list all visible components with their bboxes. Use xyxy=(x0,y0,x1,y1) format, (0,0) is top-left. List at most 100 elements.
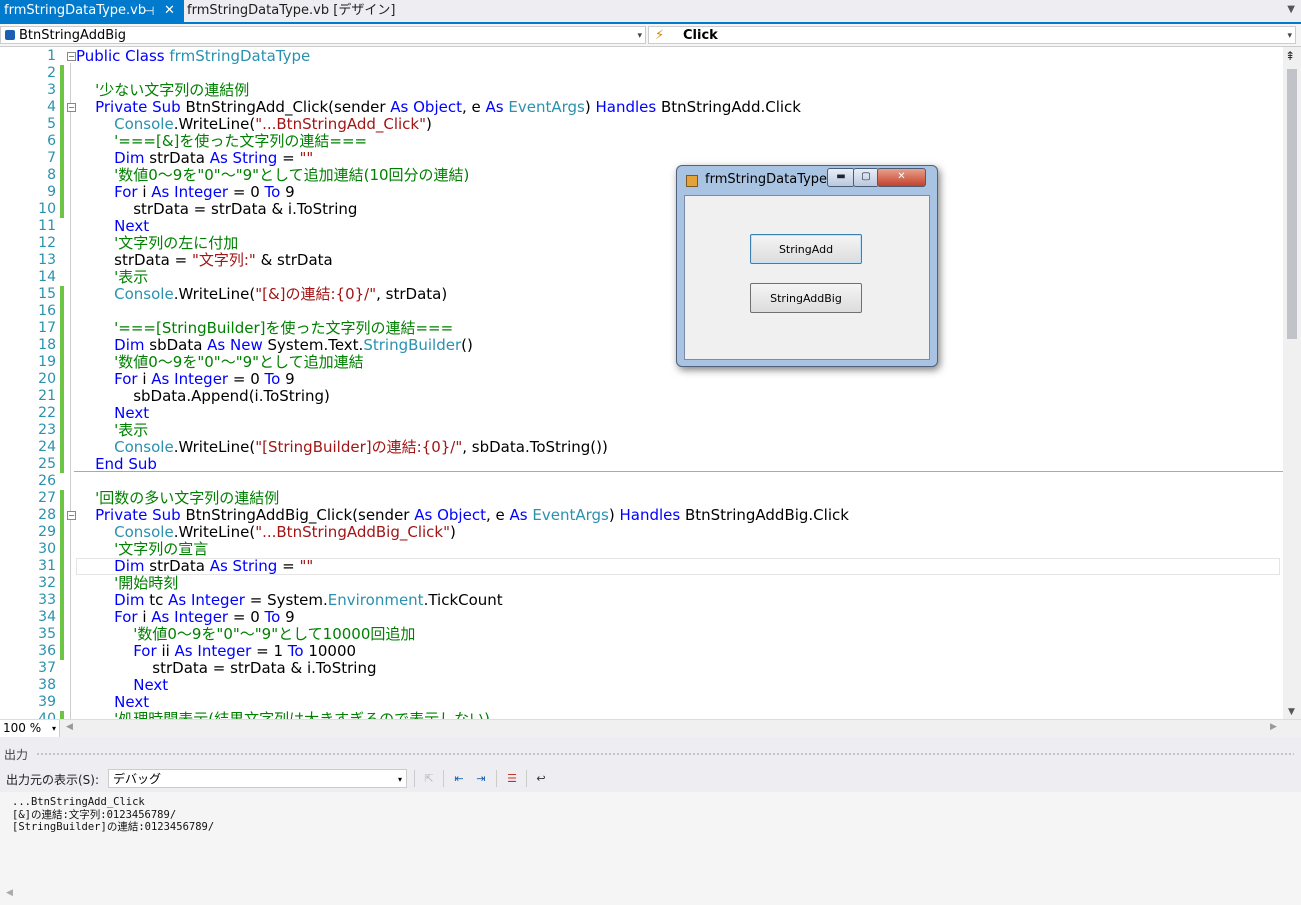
chevron-down-icon[interactable]: ▾ xyxy=(398,770,402,789)
code-token: '開始時刻 xyxy=(76,574,179,592)
close-button[interactable]: ✕ xyxy=(877,168,926,187)
change-marker xyxy=(60,167,64,184)
code-line[interactable]: 34 For i As Integer = 0 To 9 xyxy=(0,609,1283,626)
code-line[interactable]: 19 '数値0～9を"0"～"9"として追加連結 xyxy=(0,354,1283,371)
code-line[interactable]: 28 − Private Sub BtnStringAddBig_Click(se… xyxy=(0,507,1283,524)
string-add-button[interactable]: StringAdd xyxy=(750,234,862,264)
tab-designer[interactable]: frmStringDataType.vb [デザイン] xyxy=(187,0,395,22)
code-line[interactable]: 31 Dim strData As String = "" xyxy=(0,558,1283,575)
code-line[interactable]: 27 '回数の多い文字列の連結例 xyxy=(0,490,1283,507)
chevron-down-icon[interactable]: ▾ xyxy=(637,27,642,45)
code-line[interactable]: 21 sbData.Append(i.ToString) xyxy=(0,388,1283,405)
zoom-combo[interactable]: 100 % ▾ xyxy=(0,720,60,737)
change-marker xyxy=(60,150,64,167)
code-line[interactable]: 7 Dim strData As String = "" xyxy=(0,150,1283,167)
code-token: sbData xyxy=(149,336,208,354)
clear-all-icon[interactable]: ☰ xyxy=(504,771,520,786)
change-marker xyxy=(60,65,64,82)
chevron-down-icon[interactable]: ▾ xyxy=(52,720,56,737)
code-line[interactable]: 25 End Sub xyxy=(0,456,1283,473)
code-line[interactable]: 24 Console.WriteLine("[StringBuilder]の連結… xyxy=(0,439,1283,456)
find-message-icon[interactable]: ⇱ xyxy=(421,771,437,786)
code-line[interactable]: 39 Next xyxy=(0,694,1283,711)
code-line[interactable]: 3 '少ない文字列の連結例 xyxy=(0,82,1283,99)
output-text-area[interactable]: ...BtnStringAdd_Click [&]の連結:文字列:01234567… xyxy=(0,792,1301,905)
code-line[interactable]: 26 xyxy=(0,473,1283,490)
change-marker xyxy=(60,422,64,439)
scroll-down-icon[interactable]: ▼ xyxy=(1288,707,1295,717)
output-source-combo[interactable]: デバッグ ▾ xyxy=(108,769,407,788)
split-window-icon[interactable]: ⇞ xyxy=(1285,49,1295,63)
code-line[interactable]: 16 xyxy=(0,303,1283,320)
code-line[interactable]: 32 '開始時刻 xyxy=(0,575,1283,592)
word-wrap-icon[interactable]: ↩ xyxy=(533,771,549,786)
scrollbar-thumb[interactable] xyxy=(1287,69,1297,339)
code-line[interactable]: 37 strData = strData & i.ToString xyxy=(0,660,1283,677)
minimize-button[interactable]: ▬ xyxy=(827,168,855,187)
next-message-icon[interactable]: ⇥ xyxy=(473,771,489,786)
collapse-icon[interactable]: − xyxy=(67,511,76,520)
maximize-button[interactable]: ▢ xyxy=(853,168,879,187)
code-line[interactable]: 20 For i As Integer = 0 To 9 xyxy=(0,371,1283,388)
change-marker xyxy=(60,609,64,626)
collapse-icon[interactable]: − xyxy=(67,52,76,61)
code-line[interactable]: 8 '数値0～9を"0"～"9"として追加連結(10回分の連結) xyxy=(0,167,1283,184)
change-marker xyxy=(60,286,64,303)
code-line[interactable]: 29 Console.WriteLine("...BtnStringAddBig… xyxy=(0,524,1283,541)
line-number: 7 xyxy=(47,150,56,166)
collapse-icon[interactable]: − xyxy=(67,103,76,112)
scroll-right-icon[interactable]: ▶ xyxy=(1270,722,1277,732)
code-line[interactable]: 13 strData = "文字列:" & strData xyxy=(0,252,1283,269)
previous-message-icon[interactable]: ⇤ xyxy=(451,771,467,786)
code-line[interactable]: 40 '処理時間表示(結果文字列は大きすぎるので表示しない) xyxy=(0,711,1283,719)
class-combo[interactable]: BtnStringAddBig ▾ xyxy=(0,26,646,44)
code-token: i xyxy=(142,183,152,201)
code-line[interactable]: 23 '表示 xyxy=(0,422,1283,439)
code-token: "文字列:" xyxy=(191,251,256,269)
code-text: Console.WriteLine("[&]の連結:{0}/", strData… xyxy=(76,286,447,303)
code-line[interactable]: 22 Next xyxy=(0,405,1283,422)
designer-form-window[interactable]: frmStringDataType ▬ ▢ ✕ StringAdd String… xyxy=(676,165,938,367)
code-token: EventArgs xyxy=(532,506,609,524)
code-line[interactable]: 4 − Private Sub BtnStringAdd_Click(sender… xyxy=(0,99,1283,116)
code-token: As Integer xyxy=(151,183,233,201)
code-token: '数値0～9を"0"～"9"として追加連結 xyxy=(76,353,364,371)
code-line[interactable]: 11 Next xyxy=(0,218,1283,235)
code-line[interactable]: 17 '===[StringBuilder]を使った文字列の連結=== xyxy=(0,320,1283,337)
code-line[interactable]: 15 Console.WriteLine("[&]の連結:{0}/", strD… xyxy=(0,286,1283,303)
code-line[interactable]: 38 Next xyxy=(0,677,1283,694)
code-editor[interactable]: 1− Public Class frmStringDataType 2 3 '少ない文… xyxy=(0,47,1283,719)
scroll-left-icon[interactable]: ◀ xyxy=(66,722,73,732)
code-line[interactable]: 36 For ii As Integer = 1 To 10000 xyxy=(0,643,1283,660)
method-combo[interactable]: ⚡ Click ▾ xyxy=(648,26,1296,44)
panel-grip[interactable] xyxy=(36,752,1294,757)
code-line[interactable]: 10 strData = strData & i.ToString xyxy=(0,201,1283,218)
code-line[interactable]: 33 Dim tc As Integer = System.Environmen… xyxy=(0,592,1283,609)
code-line[interactable]: 14 '表示 xyxy=(0,269,1283,286)
code-text: strData = strData & i.ToString xyxy=(76,201,357,218)
code-line[interactable]: 12 '文字列の左に付加 xyxy=(0,235,1283,252)
tab-code-file[interactable]: frmStringDataType.vb ⊣ ✕ xyxy=(0,0,184,22)
code-token: As Object xyxy=(390,98,462,116)
change-marker xyxy=(60,133,64,150)
vertical-scrollbar[interactable]: ⇞ ▼ xyxy=(1283,47,1301,719)
pin-icon[interactable]: ⊣ xyxy=(144,0,154,22)
scroll-left-icon[interactable]: ◀ xyxy=(6,888,13,898)
output-line: ...BtnStringAdd_Click xyxy=(12,796,145,808)
close-tab-icon[interactable]: ✕ xyxy=(164,0,175,22)
chevron-down-icon[interactable]: ▾ xyxy=(1287,27,1292,45)
code-line[interactable]: 6 '===[&]を使った文字列の連結=== xyxy=(0,133,1283,150)
code-line[interactable]: 35 '数値0～9を"0"～"9"として10000回追加 xyxy=(0,626,1283,643)
code-line[interactable]: 1 − Public Class frmStringDataType xyxy=(0,48,1283,65)
code-line[interactable]: 9 For i As Integer = 0 To 9 xyxy=(0,184,1283,201)
code-line[interactable]: 2 xyxy=(0,65,1283,82)
output-source-label: 出力元の表示(S): xyxy=(6,773,100,787)
code-token: "" xyxy=(299,557,314,575)
code-line[interactable]: 18 Dim sbData As New System.Text.StringB… xyxy=(0,337,1283,354)
tab-overflow-dropdown-icon[interactable]: ▼ xyxy=(1287,4,1295,15)
string-add-big-button[interactable]: StringAddBig xyxy=(750,283,862,313)
code-line[interactable]: 30 '文字列の宣言 xyxy=(0,541,1283,558)
code-text: Next xyxy=(76,218,149,235)
code-text: Public Class frmStringDataType xyxy=(76,48,310,65)
code-line[interactable]: 5 Console.WriteLine("...BtnStringAdd_Cli… xyxy=(0,116,1283,133)
